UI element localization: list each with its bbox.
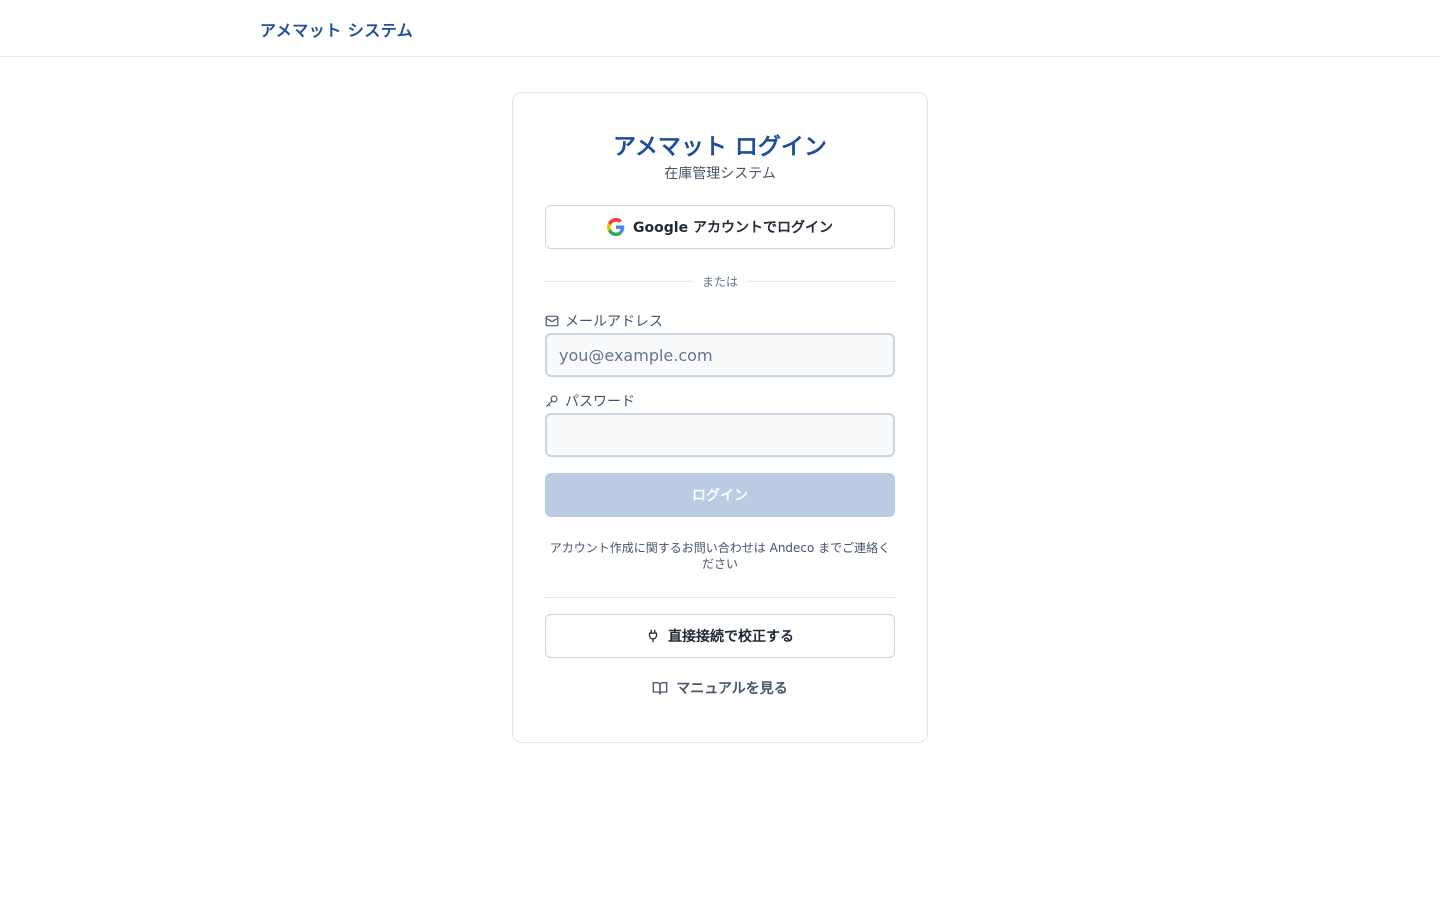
account-contact-note: アカウント作成に関するお問い合わせは Andeco までご連絡ください [549,541,891,571]
plug-icon [646,629,660,643]
page-title: アメマット ログイン [613,134,827,160]
page-subtitle: 在庫管理システム [664,166,776,182]
google-icon [607,218,625,236]
direct-calibration-label: 直接接続で校正する [668,629,794,645]
password-label-text: パスワード [565,394,635,410]
key-icon [545,394,559,408]
login-card: アメマット ログイン 在庫管理システム Google アカウントでログイン また… [512,92,928,743]
email-field[interactable] [545,333,895,377]
mail-icon [545,314,559,328]
google-login-button[interactable]: Google アカウントでログイン [545,205,895,249]
divider-line-left [545,280,694,282]
divider-text: または [702,274,739,289]
password-label: パスワード [545,391,635,411]
top-navbar: アメマット システム [0,0,1440,57]
google-login-label: Google アカウントでログイン [633,220,833,236]
manual-link[interactable]: マニュアルを見る [513,677,927,699]
divider-line-right [746,280,896,282]
password-field[interactable] [545,413,895,457]
email-label-text: メールアドレス [565,314,663,330]
book-open-icon [652,680,668,696]
login-button[interactable]: ログイン [545,473,895,517]
direct-calibration-button[interactable]: 直接接続で校正する [545,614,895,658]
or-divider: または [545,273,896,289]
manual-link-label: マニュアルを見る [676,681,788,697]
brand-logo-text[interactable]: アメマット システム [260,17,413,41]
section-divider [545,597,895,598]
email-label: メールアドレス [545,311,663,331]
